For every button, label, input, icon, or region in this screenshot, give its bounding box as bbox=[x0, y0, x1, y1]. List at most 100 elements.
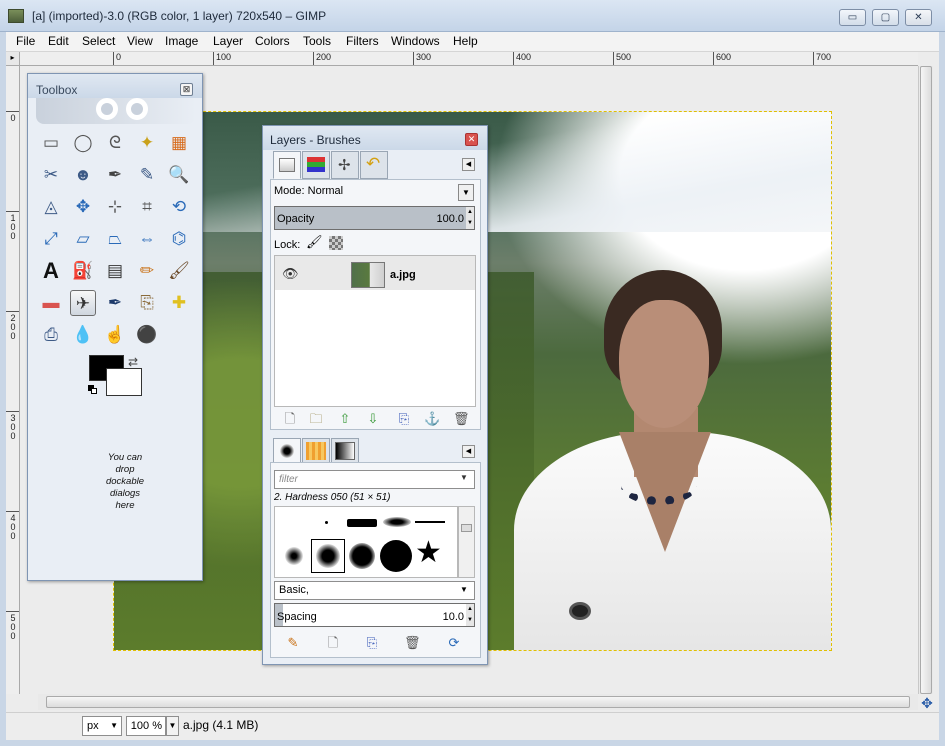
opacity-value[interactable]: 100.0 bbox=[430, 213, 464, 225]
ellipse-select-tool-icon[interactable]: ◯ bbox=[70, 130, 96, 156]
shear-tool-icon[interactable]: ▱ bbox=[70, 226, 96, 252]
edit-brush-icon[interactable]: ✎ bbox=[285, 635, 301, 651]
duplicate-layer-icon[interactable]: ⎘ bbox=[396, 411, 412, 427]
chevron-down-icon[interactable]: ▼ bbox=[460, 473, 468, 482]
menu-help[interactable]: Help bbox=[453, 34, 478, 48]
duplicate-brush-icon[interactable]: ⎘ bbox=[364, 635, 380, 651]
spacing-spinner[interactable]: ▲ ▼ bbox=[466, 604, 474, 626]
spacing-value[interactable]: 10.0 bbox=[430, 611, 464, 623]
menu-view[interactable]: View bbox=[127, 34, 153, 48]
anchor-layer-icon[interactable]: ⚓ bbox=[424, 411, 440, 427]
mode-value[interactable]: Normal bbox=[308, 185, 343, 197]
selected-brush-frame[interactable] bbox=[311, 539, 345, 573]
star-brush-icon[interactable]: ★ bbox=[415, 537, 442, 569]
toolbox-close-button[interactable]: ⊠ bbox=[180, 83, 193, 96]
delete-layer-icon[interactable]: 🗑 bbox=[453, 411, 470, 427]
vertical-scrollbar-thumb[interactable] bbox=[920, 66, 932, 694]
gradients-tab-icon[interactable] bbox=[331, 438, 359, 464]
brush-preview[interactable] bbox=[285, 547, 303, 565]
paths-tool-icon[interactable]: ✒ bbox=[102, 162, 128, 188]
zoom-tool-icon[interactable]: 🔍 bbox=[166, 162, 192, 188]
ink-tool-icon[interactable]: ✒ bbox=[102, 290, 128, 316]
patterns-tab-icon[interactable] bbox=[302, 438, 330, 464]
menu-tools[interactable]: Tools bbox=[303, 34, 331, 48]
select-by-color-tool-icon[interactable]: ▦ bbox=[166, 130, 192, 156]
minimize-button[interactable]: ▭ bbox=[839, 9, 866, 26]
lower-layer-icon[interactable]: ⇩ bbox=[365, 411, 381, 427]
brush-preview[interactable] bbox=[383, 517, 411, 527]
fuzzy-select-tool-icon[interactable]: ✦ bbox=[134, 130, 160, 156]
menu-filters[interactable]: Filters bbox=[346, 34, 379, 48]
quick-mask-corner[interactable]: ▸ bbox=[6, 52, 20, 66]
close-window-button[interactable]: ✕ bbox=[905, 9, 932, 26]
align-tool-icon[interactable]: ⊹ bbox=[102, 194, 128, 220]
default-colors-icon[interactable] bbox=[88, 385, 98, 395]
menu-select[interactable]: Select bbox=[82, 34, 115, 48]
brush-preview[interactable] bbox=[415, 521, 445, 523]
lock-pixels-icon[interactable]: 🖌 bbox=[306, 234, 323, 250]
bucket-fill-tool-icon[interactable]: ⛽ bbox=[70, 258, 96, 284]
clone-tool-icon[interactable]: ⎘ bbox=[134, 290, 160, 316]
move-tool-icon[interactable]: ✥ bbox=[70, 194, 96, 220]
scissors-tool-icon[interactable]: ✂ bbox=[38, 162, 64, 188]
brush-preview[interactable] bbox=[380, 540, 412, 572]
color-picker-tool-icon[interactable]: ✎ bbox=[134, 162, 160, 188]
refresh-brushes-icon[interactable]: ⟳ bbox=[446, 635, 462, 651]
opacity-spinner[interactable]: ▲ ▼ bbox=[466, 207, 474, 229]
navigate-icon[interactable]: ✥ bbox=[920, 696, 934, 710]
vertical-ruler[interactable]: 0 100 200 300 400 500 bbox=[6, 66, 20, 694]
menu-layer[interactable]: Layer bbox=[213, 34, 243, 48]
undo-tab-icon[interactable]: ↶ bbox=[360, 151, 388, 179]
horizontal-ruler[interactable]: 0 100 200 300 400 500 600 700 bbox=[20, 52, 918, 66]
pencil-tool-icon[interactable]: ✏ bbox=[134, 258, 160, 284]
swap-colors-icon[interactable]: ⇄ bbox=[128, 355, 138, 369]
delete-brush-icon[interactable]: 🗑 bbox=[404, 635, 421, 651]
heal-tool-icon[interactable]: ✚ bbox=[166, 290, 192, 316]
text-tool-icon[interactable]: A bbox=[38, 258, 64, 284]
unit-selector[interactable]: px ▼ bbox=[82, 716, 122, 736]
new-layer-icon[interactable]: 🗋 bbox=[282, 411, 298, 427]
brush-preview[interactable] bbox=[349, 543, 375, 569]
paintbrush-tool-icon[interactable]: 🖌 bbox=[166, 258, 192, 284]
layers-close-button[interactable]: ✕ bbox=[465, 133, 478, 146]
perspective-tool-icon[interactable]: ⏢ bbox=[102, 226, 128, 252]
layers-tab-menu-icon[interactable]: ◀ bbox=[462, 158, 475, 171]
airbrush-tool-icon[interactable]: ✈ bbox=[70, 290, 96, 316]
brush-preview[interactable] bbox=[347, 519, 377, 527]
brush-preview[interactable] bbox=[325, 521, 328, 524]
dodge-burn-tool-icon[interactable]: ⚫ bbox=[134, 322, 160, 348]
scale-tool-icon[interactable]: ⤢ bbox=[38, 226, 64, 252]
perspective-clone-tool-icon[interactable]: ⎙ bbox=[38, 322, 64, 348]
rotate-tool-icon[interactable]: ⟲ bbox=[166, 194, 192, 220]
crop-tool-icon[interactable]: ⌗ bbox=[134, 194, 160, 220]
flip-tool-icon[interactable]: ⇔ bbox=[134, 226, 160, 252]
brush-preset-select[interactable]: Basic, bbox=[274, 581, 475, 600]
horizontal-scrollbar-thumb[interactable] bbox=[46, 696, 910, 708]
lock-alpha-icon[interactable] bbox=[329, 236, 343, 250]
layer-name[interactable]: a.jpg bbox=[390, 269, 416, 281]
mode-dropdown-button[interactable]: ▼ bbox=[458, 184, 474, 201]
maximize-button[interactable]: ▢ bbox=[872, 9, 899, 26]
cage-tool-icon[interactable]: ⌬ bbox=[166, 226, 192, 252]
new-brush-icon[interactable]: 🗋 bbox=[325, 635, 341, 651]
paths-tab-icon[interactable]: ✢ bbox=[331, 151, 359, 179]
new-layer-group-icon[interactable]: 🗀 bbox=[308, 411, 324, 427]
chevron-down-icon[interactable]: ▼ bbox=[460, 585, 468, 594]
foreground-select-tool-icon[interactable]: ☻ bbox=[70, 162, 96, 188]
brush-filter-input[interactable]: filter bbox=[274, 470, 475, 489]
layer-visibility-eye-icon[interactable]: 👁 bbox=[282, 266, 299, 282]
menu-file[interactable]: File bbox=[16, 34, 35, 48]
layers-tab-icon[interactable] bbox=[273, 151, 301, 179]
measure-tool-icon[interactable]: ◬ bbox=[38, 194, 64, 220]
raise-layer-icon[interactable]: ⇧ bbox=[337, 411, 353, 427]
background-color-swatch[interactable] bbox=[106, 368, 142, 396]
smudge-tool-icon[interactable]: ☝ bbox=[102, 322, 128, 348]
brush-grid-scrollbar[interactable] bbox=[458, 506, 475, 578]
brush-grid[interactable]: ★ bbox=[274, 506, 458, 578]
menu-windows[interactable]: Windows bbox=[391, 34, 440, 48]
menu-image[interactable]: Image bbox=[165, 34, 198, 48]
brushes-tab-icon[interactable] bbox=[273, 438, 301, 464]
blend-tool-icon[interactable]: ▤ bbox=[102, 258, 128, 284]
blur-sharpen-tool-icon[interactable]: 💧 bbox=[70, 322, 96, 348]
menu-colors[interactable]: Colors bbox=[255, 34, 290, 48]
